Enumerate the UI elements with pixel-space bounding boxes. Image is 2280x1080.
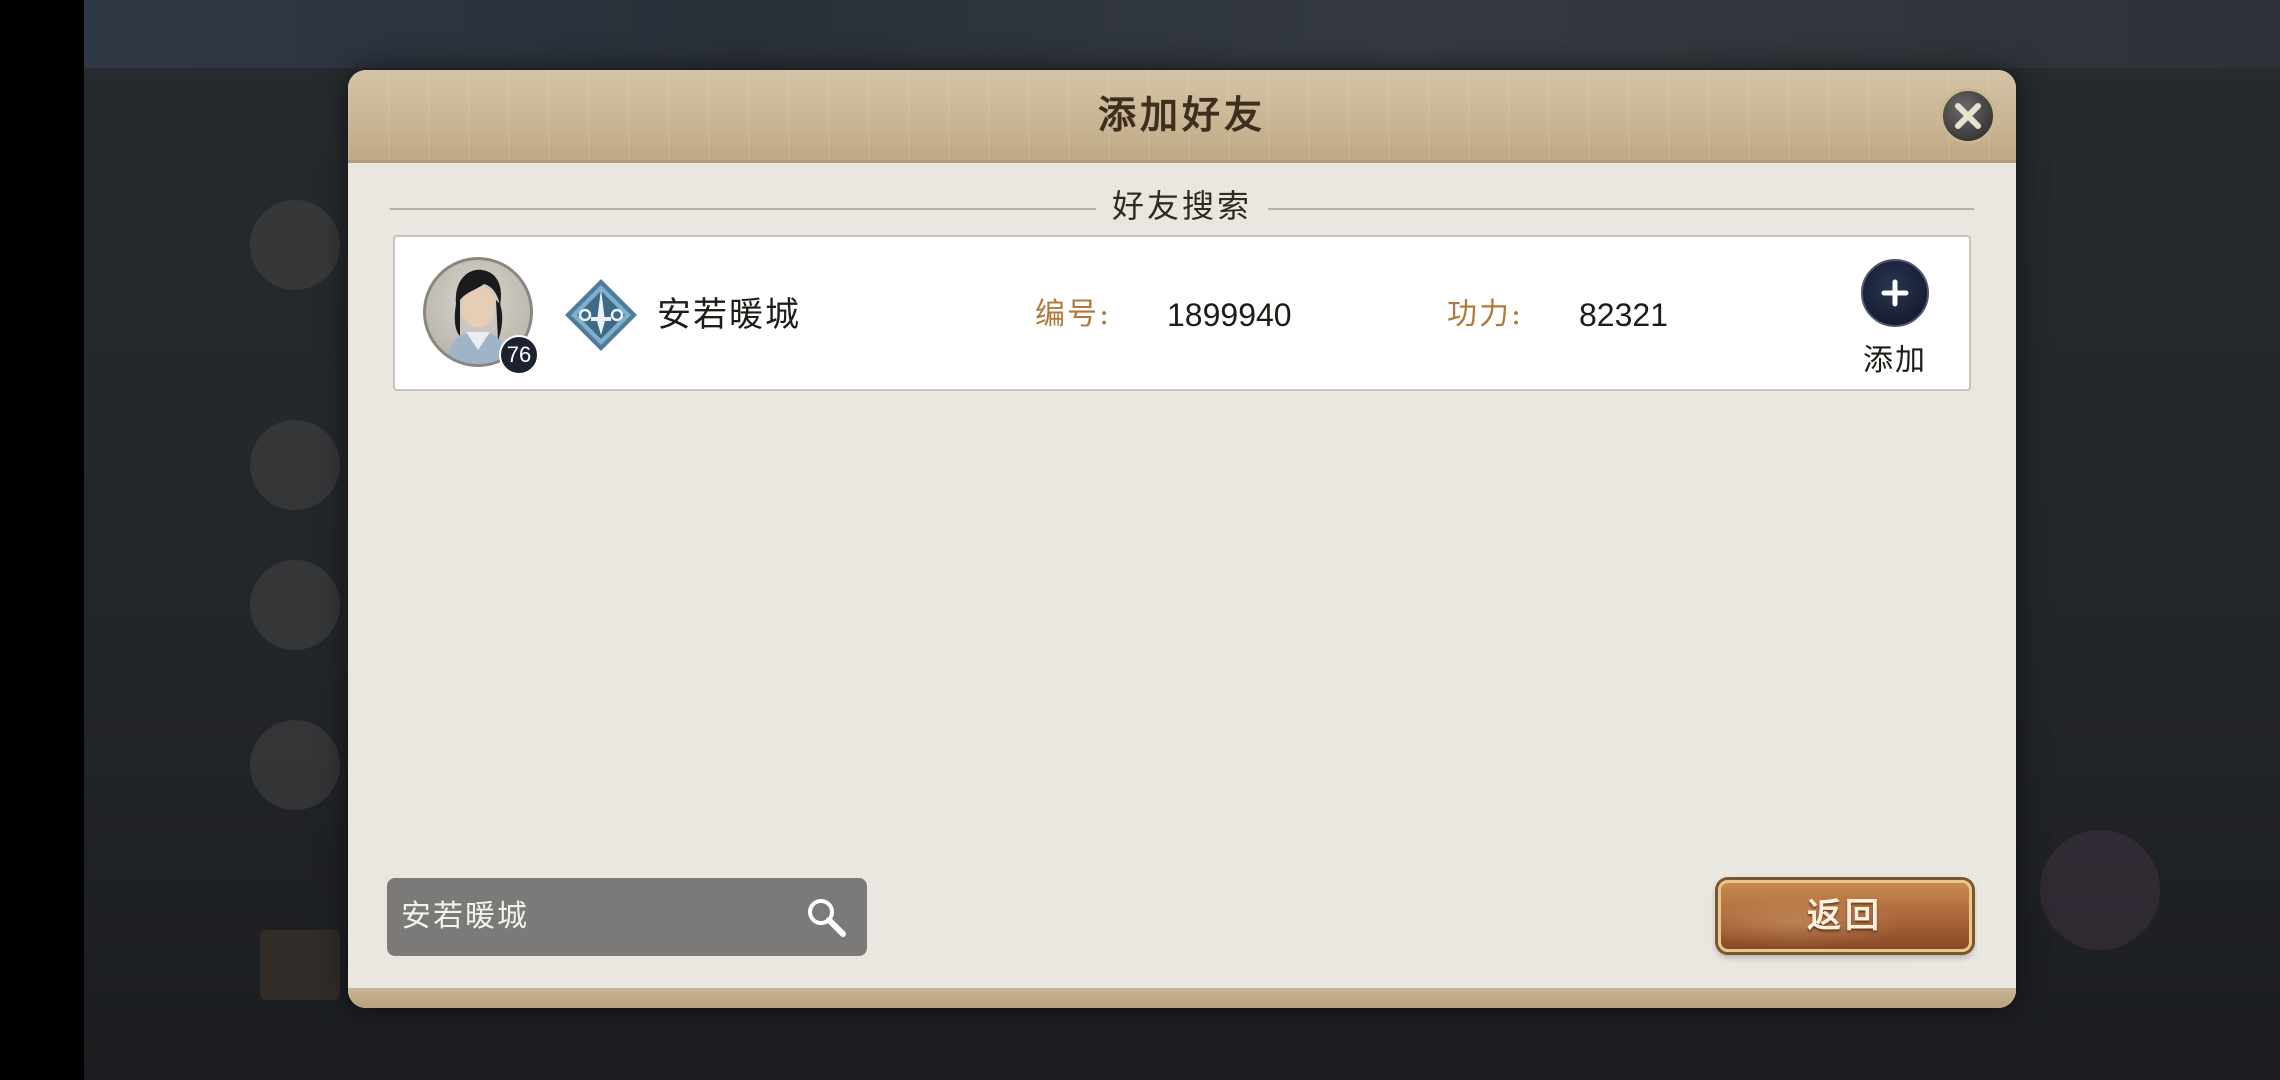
back-button[interactable]: 返回 (1718, 880, 1972, 952)
game-screen: 添加好友 好友搜索 76 安若暖城 编号: 1899940 功力: 82321 … (0, 0, 2280, 1080)
background-top-strip (84, 0, 2280, 68)
add-label: 添加 (1863, 343, 1927, 378)
dialog-title: 添加好友 (1097, 92, 1266, 137)
search-input-value: 安若暖城 (401, 899, 529, 934)
level-badge: 76 (499, 335, 539, 375)
magnifier-icon[interactable] (805, 896, 847, 938)
sword-class-icon (565, 279, 637, 351)
player-name: 安若暖城 (657, 295, 801, 335)
section-title: 好友搜索 (1111, 187, 1252, 225)
power-label: 功力: (1447, 297, 1524, 332)
search-input[interactable]: 安若暖城 (387, 878, 867, 956)
plus-icon (1881, 279, 1909, 307)
close-icon (1955, 103, 1981, 129)
add-friend-button[interactable]: 添加 (1835, 259, 1955, 389)
section-divider-left (390, 208, 1096, 210)
power-value: 82321 (1579, 297, 1668, 333)
background-blur-shape (2040, 830, 2160, 950)
section-divider-right (1268, 208, 1974, 210)
background-blur-shape (250, 420, 340, 510)
add-circle[interactable] (1861, 259, 1929, 327)
add-friend-dialog: 添加好友 好友搜索 76 安若暖城 编号: 1899940 功力: 82321 … (348, 70, 2016, 1008)
dialog-footer (348, 988, 2016, 1008)
search-result-row: 76 安若暖城 编号: 1899940 功力: 82321 添加 (393, 235, 1971, 391)
left-black-bar (0, 0, 84, 1080)
id-value: 1899940 (1167, 297, 1292, 333)
id-label: 编号: (1035, 297, 1112, 332)
background-blur-shape (250, 560, 340, 650)
back-button-label: 返回 (1807, 896, 1883, 936)
background-blur-shape (260, 930, 340, 1000)
background-blur-shape (250, 200, 340, 290)
close-button[interactable] (1940, 88, 1996, 144)
background-blur-shape (250, 720, 340, 810)
